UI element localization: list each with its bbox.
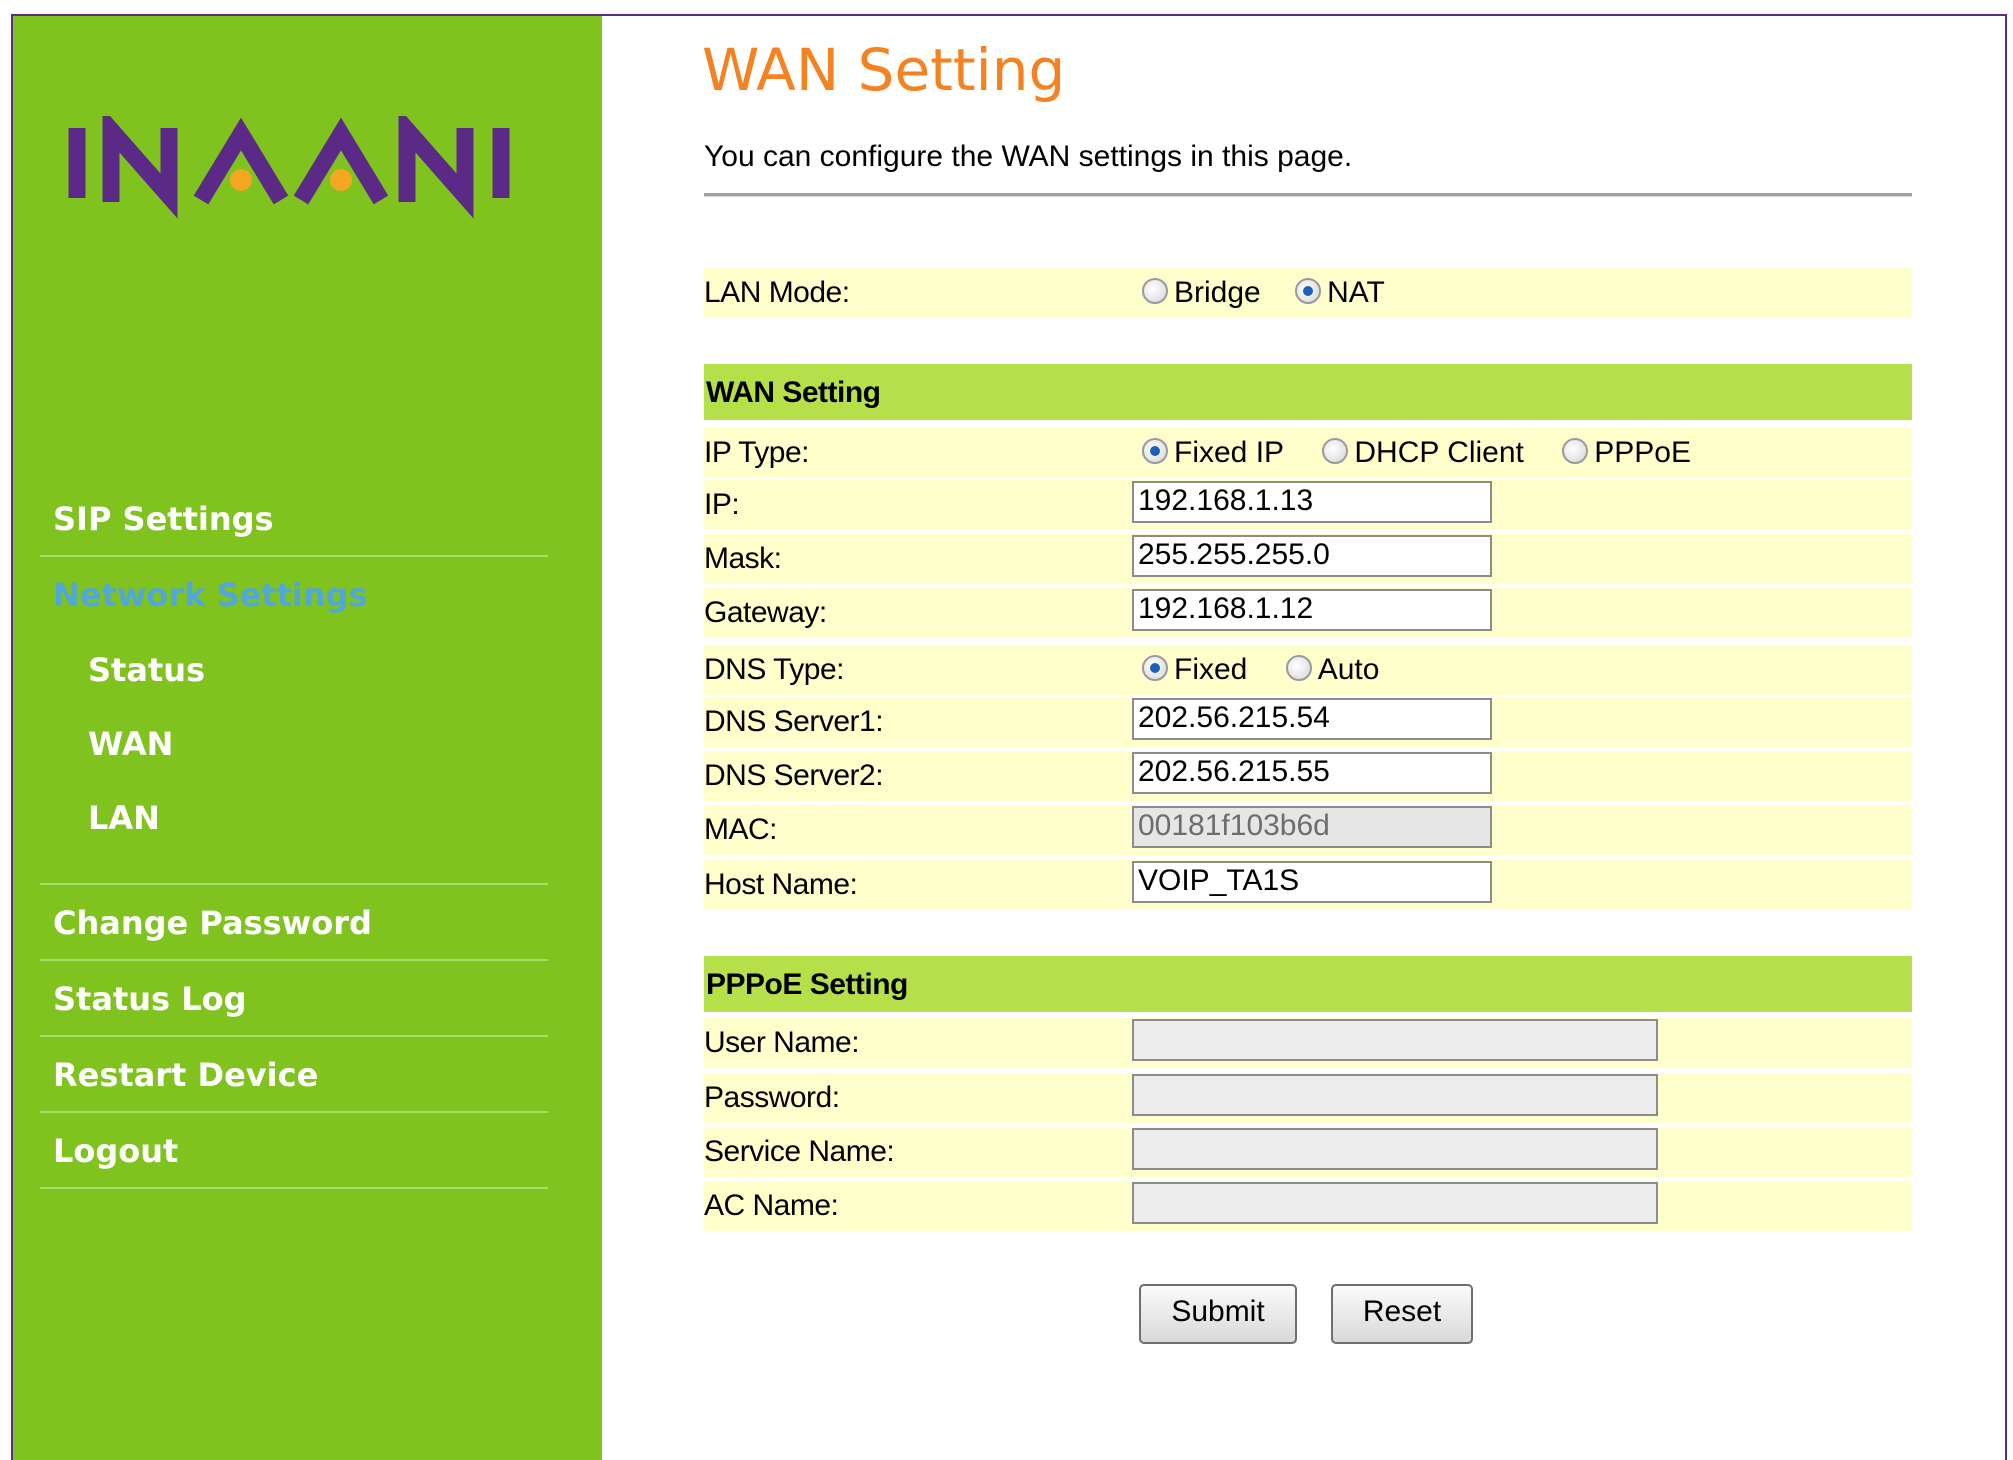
gateway-row: Gateway: 192.168.1.12 xyxy=(704,588,1912,638)
pppoe-service-label: Service Name: xyxy=(704,1135,895,1168)
sidebar-item-logout[interactable]: Logout xyxy=(40,1113,548,1189)
pppoe-section-header: PPPoE Setting xyxy=(704,956,1912,1012)
host-name-row: Host Name: VOIP_TA1S xyxy=(704,860,1912,910)
dns2-label: DNS Server2: xyxy=(704,759,884,792)
mask-label: Mask: xyxy=(704,542,782,575)
lan-mode-option-nat[interactable]: NAT xyxy=(1295,276,1385,310)
radio-unchecked-icon[interactable] xyxy=(1562,438,1589,465)
dns-type-row: DNS Type: Fixed Auto xyxy=(704,645,1912,695)
radio-checked-icon[interactable] xyxy=(1142,655,1168,682)
mac-label: MAC: xyxy=(704,813,778,846)
pppoe-password-label: Password: xyxy=(704,1081,840,1114)
dns-type-option-fixed[interactable]: Fixed xyxy=(1142,653,1247,687)
dns1-row: DNS Server1: 202.56.215.54 xyxy=(704,697,1912,747)
divider xyxy=(704,193,1912,197)
mask-input[interactable]: 255.255.255.0 xyxy=(1132,535,1492,577)
pppoe-ac-input[interactable] xyxy=(1132,1182,1658,1224)
dns1-input[interactable]: 202.56.215.54 xyxy=(1132,698,1492,740)
page-description: You can configure the WAN settings in th… xyxy=(704,140,1353,173)
ip-type-row: IP Type: Fixed IP DHCP Client PPPoE xyxy=(704,428,1912,478)
sidebar-item-status-log[interactable]: Status Log xyxy=(40,961,548,1037)
dns-type-label: DNS Type: xyxy=(704,653,845,686)
page-title: WAN Setting xyxy=(702,36,1066,104)
lan-mode-label: LAN Mode: xyxy=(704,276,850,309)
host-name-input[interactable]: VOIP_TA1S xyxy=(1132,861,1492,903)
pppoe-user-label: User Name: xyxy=(704,1026,860,1059)
pppoe-service-input[interactable] xyxy=(1132,1128,1658,1170)
wan-section-header: WAN Setting xyxy=(704,364,1912,420)
ip-label: IP: xyxy=(704,488,740,521)
brand-logo xyxy=(65,107,585,226)
gateway-input[interactable]: 192.168.1.12 xyxy=(1132,589,1492,631)
pppoe-password-row: Password: xyxy=(704,1073,1912,1123)
mask-row: Mask: 255.255.255.0 xyxy=(704,534,1912,584)
radio-checked-icon[interactable] xyxy=(1295,278,1322,305)
radio-checked-icon[interactable] xyxy=(1142,438,1168,465)
lan-mode-radio-group: Bridge NAT xyxy=(1142,276,1415,310)
lan-mode-row: LAN Mode: Bridge NAT xyxy=(704,268,1912,318)
radio-unchecked-icon[interactable] xyxy=(1285,655,1312,682)
sidebar-nav: SIP Settings Network Settings Status WAN… xyxy=(40,481,548,1189)
dns1-label: DNS Server1: xyxy=(704,705,884,738)
dns-type-radio-group: Fixed Auto xyxy=(1142,653,1409,687)
submit-button[interactable]: Submit xyxy=(1139,1284,1297,1344)
sidebar: SIP Settings Network Settings Status WAN… xyxy=(13,16,602,1460)
pppoe-service-row: Service Name: xyxy=(704,1127,1912,1177)
dns2-row: DNS Server2: 202.56.215.55 xyxy=(704,751,1912,801)
ip-input[interactable]: 192.168.1.13 xyxy=(1132,481,1492,523)
host-name-label: Host Name: xyxy=(704,868,858,901)
pppoe-user-row: User Name: xyxy=(704,1018,1912,1068)
sidebar-item-change-password[interactable]: Change Password xyxy=(40,885,548,961)
ip-type-radio-group: Fixed IP DHCP Client PPPoE xyxy=(1142,436,1721,470)
sidebar-subitem-lan[interactable]: LAN xyxy=(40,781,548,885)
sidebar-item-restart-device[interactable]: Restart Device xyxy=(40,1037,548,1113)
lan-mode-option-bridge[interactable]: Bridge xyxy=(1142,276,1261,310)
sidebar-item-sip-settings[interactable]: SIP Settings xyxy=(40,481,548,557)
pppoe-user-input[interactable] xyxy=(1132,1019,1658,1061)
sidebar-subitem-wan[interactable]: WAN xyxy=(40,707,548,781)
inaani-logo-icon xyxy=(68,107,510,219)
dns-type-option-auto[interactable]: Auto xyxy=(1285,653,1379,687)
gateway-label: Gateway: xyxy=(704,596,827,629)
pppoe-ac-label: AC Name: xyxy=(704,1189,839,1222)
radio-unchecked-icon[interactable] xyxy=(1142,278,1168,305)
reset-button[interactable]: Reset xyxy=(1331,1284,1473,1344)
ip-type-label: IP Type: xyxy=(704,436,809,469)
mac-input: 00181f103b6d xyxy=(1132,806,1492,848)
ip-type-option-pppoe[interactable]: PPPoE xyxy=(1562,436,1691,470)
pppoe-ac-row: AC Name: xyxy=(704,1181,1912,1231)
ip-type-option-dhcp-client[interactable]: DHCP Client xyxy=(1322,436,1524,470)
dns2-input[interactable]: 202.56.215.55 xyxy=(1132,752,1492,794)
sidebar-item-network-settings[interactable]: Network Settings xyxy=(40,557,548,633)
ip-row: IP: 192.168.1.13 xyxy=(704,480,1912,530)
sidebar-subitem-status[interactable]: Status xyxy=(40,633,548,707)
radio-unchecked-icon[interactable] xyxy=(1322,438,1349,465)
pppoe-password-input[interactable] xyxy=(1132,1074,1658,1116)
mac-row: MAC: 00181f103b6d xyxy=(704,805,1912,855)
ip-type-option-fixed-ip[interactable]: Fixed IP xyxy=(1142,436,1284,470)
